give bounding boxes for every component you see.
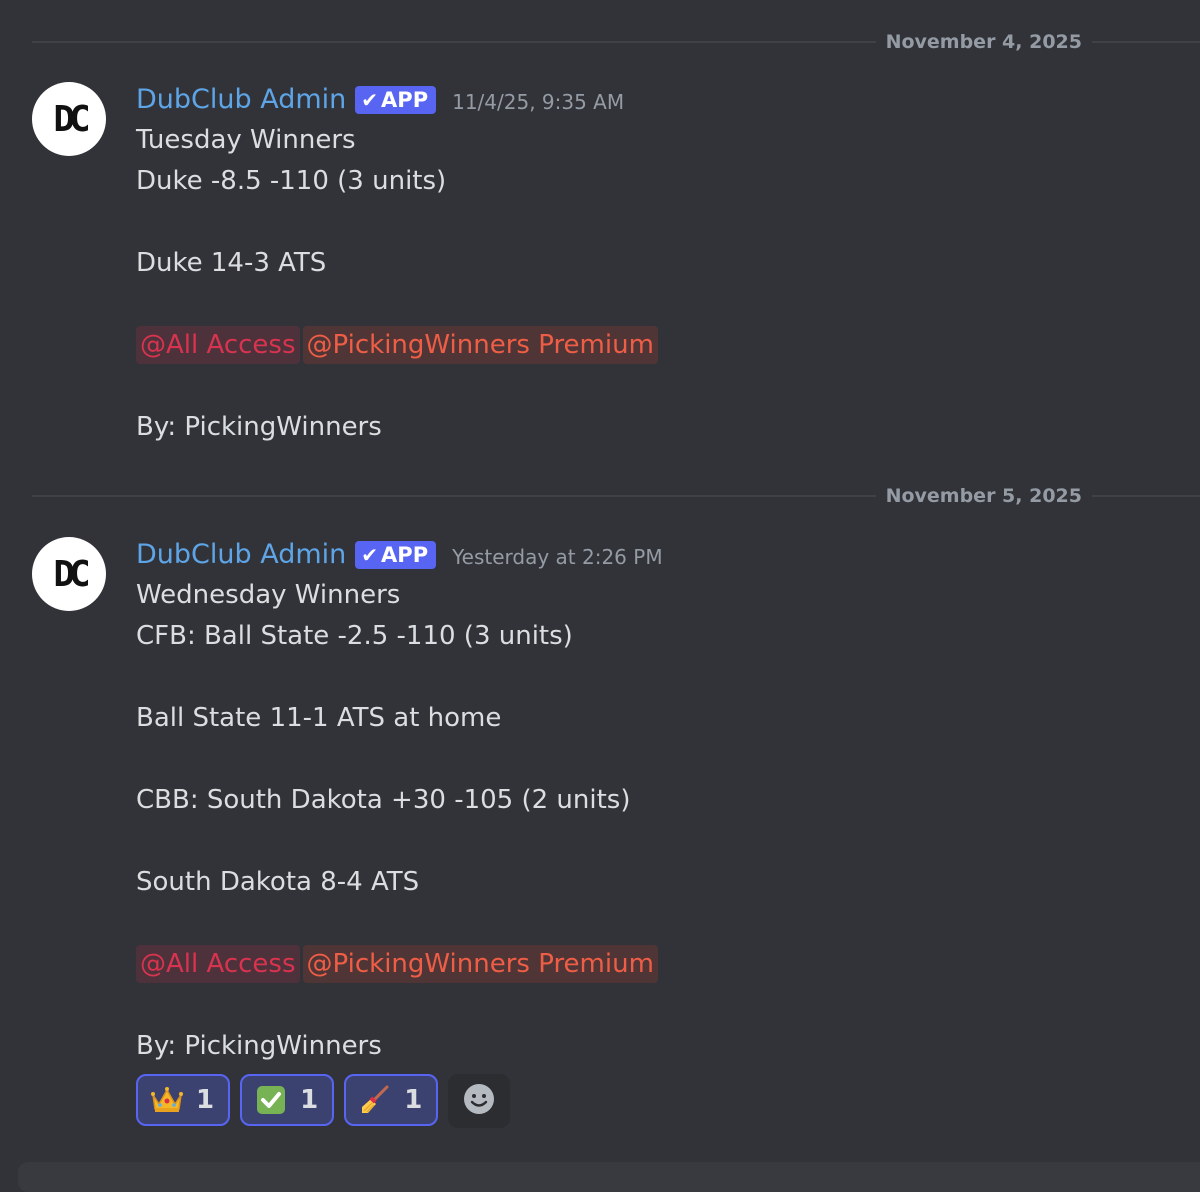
avatar[interactable]: DC (32, 82, 106, 156)
message-line: Ball State 11-1 ATS at home (136, 703, 502, 733)
message-line (136, 202, 658, 243)
date-divider-label: November 4, 2025 (875, 29, 1092, 55)
app-badge: ✔ APP (355, 86, 437, 114)
username[interactable]: DubClub Admin (136, 537, 346, 573)
message-timestamp[interactable]: Yesterday at 2:26 PM (452, 539, 663, 575)
checkmark-icon: ✔ (361, 543, 379, 567)
byline: By: PickingWinners (136, 412, 382, 442)
crown-icon (150, 1085, 184, 1115)
avatar-logo: DC (53, 98, 90, 140)
message-content: Tuesday Winners Duke -8.5 -110 (3 units)… (136, 120, 658, 448)
message-line: South Dakota 8-4 ATS (136, 867, 420, 897)
check-mark-icon (254, 1085, 288, 1115)
message-timestamp[interactable]: 11/4/25, 9:35 AM (452, 84, 624, 120)
avatar[interactable]: DC (32, 537, 106, 611)
avatar-logo: DC (53, 553, 90, 595)
reaction-count: 1 (300, 1085, 319, 1115)
message-line (136, 903, 658, 944)
message-header: DubClub Admin ✔ APP Yesterday at 2:26 PM (136, 537, 663, 573)
reaction-count: 1 (196, 1085, 215, 1115)
reaction-crown[interactable]: 1 (136, 1074, 231, 1126)
mention-all-access[interactable]: @All Access (136, 945, 300, 983)
message-line (136, 284, 658, 325)
add-reaction-button[interactable] (448, 1074, 511, 1128)
mention-all-access[interactable]: @All Access (136, 326, 300, 364)
mentions-line: @All Access @PickingWinners Premium (136, 325, 658, 366)
app-badge: ✔ APP (355, 541, 437, 569)
message-line: CBB: South Dakota +30 -105 (2 units) (136, 785, 631, 815)
message-line: Tuesday Winners (136, 125, 356, 155)
message-header: DubClub Admin ✔ APP 11/4/25, 9:35 AM (136, 82, 624, 118)
username[interactable]: DubClub Admin (136, 82, 346, 118)
smiley-icon (462, 1082, 496, 1120)
mentions-line: @All Access @PickingWinners Premium (136, 944, 658, 985)
date-divider: November 4, 2025 (32, 29, 1200, 55)
reaction-broom[interactable]: 1 (344, 1074, 439, 1126)
message-line (136, 739, 658, 780)
message-input-bar[interactable] (18, 1162, 1200, 1192)
date-divider: November 5, 2025 (32, 483, 1200, 509)
message-line (136, 821, 658, 862)
broom-icon (358, 1085, 392, 1115)
mention-pickingwinners-premium[interactable]: @PickingWinners Premium (302, 945, 658, 983)
message-line (136, 657, 658, 698)
app-badge-label: APP (381, 88, 429, 112)
message-line: CFB: Ball State -2.5 -110 (3 units) (136, 621, 573, 651)
checkmark-icon: ✔ (361, 88, 379, 112)
mention-pickingwinners-premium[interactable]: @PickingWinners Premium (302, 326, 658, 364)
byline: By: PickingWinners (136, 1031, 382, 1061)
date-divider-label: November 5, 2025 (875, 483, 1092, 509)
app-badge-label: APP (381, 543, 429, 567)
message-line: Duke 14-3 ATS (136, 248, 327, 278)
message-content: Wednesday Winners CFB: Ball State -2.5 -… (136, 575, 658, 1067)
reactions-bar: 1 1 1 (136, 1074, 511, 1128)
reaction-check-mark[interactable]: 1 (240, 1074, 335, 1126)
message-line: Wednesday Winners (136, 580, 401, 610)
reaction-count: 1 (404, 1085, 423, 1115)
message-line: Duke -8.5 -110 (3 units) (136, 166, 447, 196)
